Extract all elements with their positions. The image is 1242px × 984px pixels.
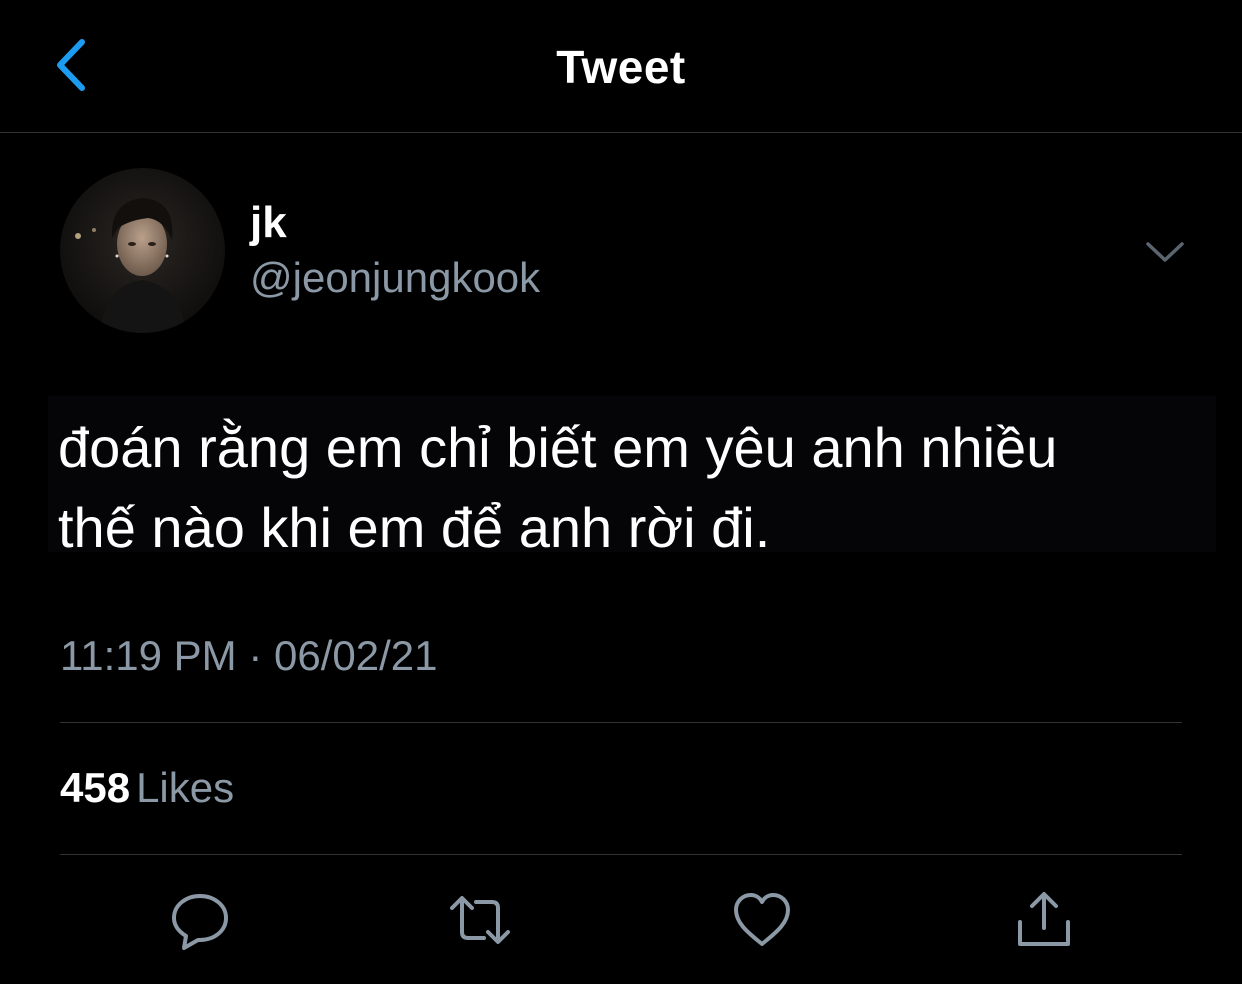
tweet-timestamp: 11:19 PM · 06/02/21 [60, 632, 438, 679]
comment-icon [172, 894, 228, 950]
user-handle[interactable]: @jeonjungkook [250, 254, 540, 302]
avatar[interactable] [60, 168, 225, 333]
heart-icon [734, 893, 790, 946]
reply-button[interactable] [168, 888, 232, 952]
likes-label: Likes [136, 764, 235, 811]
likes-stat[interactable]: 458 Likes [60, 764, 234, 812]
retweet-icon [450, 896, 510, 944]
page-title: Tweet [556, 41, 686, 93]
display-name[interactable]: jk [250, 198, 287, 248]
retweet-button[interactable] [448, 888, 512, 952]
share-button[interactable] [1012, 888, 1076, 952]
share-icon [1018, 892, 1070, 946]
tweet-text: đoán rằng em chỉ biết em yêu anh nhiều t… [58, 416, 1058, 559]
divider [60, 854, 1182, 855]
like-button[interactable] [730, 888, 794, 952]
top-bar: Tweet [0, 0, 1242, 133]
divider [60, 722, 1182, 723]
likes-count: 458 [60, 764, 131, 811]
more-options-button[interactable] [1140, 232, 1190, 272]
chevron-down-icon [1146, 242, 1184, 262]
avatar-image [60, 168, 225, 333]
